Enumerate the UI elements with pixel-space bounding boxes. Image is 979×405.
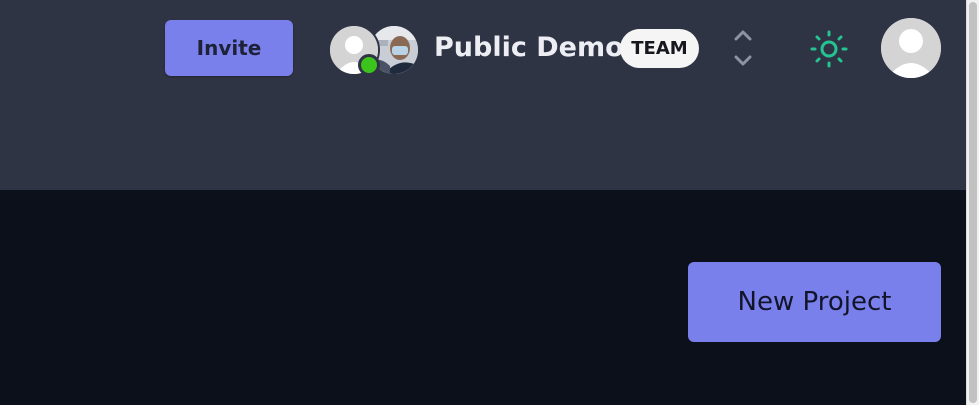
sun-icon[interactable] [810, 30, 848, 68]
top-header: Invite Public Demo TEAM [0, 0, 966, 190]
new-project-button[interactable]: New Project [688, 262, 941, 342]
team-badge: TEAM [620, 29, 699, 68]
chevron-up-down-icon[interactable] [729, 28, 757, 68]
scrollbar-thumb[interactable] [969, 2, 977, 403]
invite-button[interactable]: Invite [165, 20, 293, 76]
team-members[interactable] [328, 24, 420, 76]
team-name: Public Demo [434, 32, 624, 63]
user-avatar-icon[interactable] [881, 18, 941, 78]
online-status-dot [358, 54, 380, 76]
vertical-scrollbar[interactable] [966, 0, 979, 405]
